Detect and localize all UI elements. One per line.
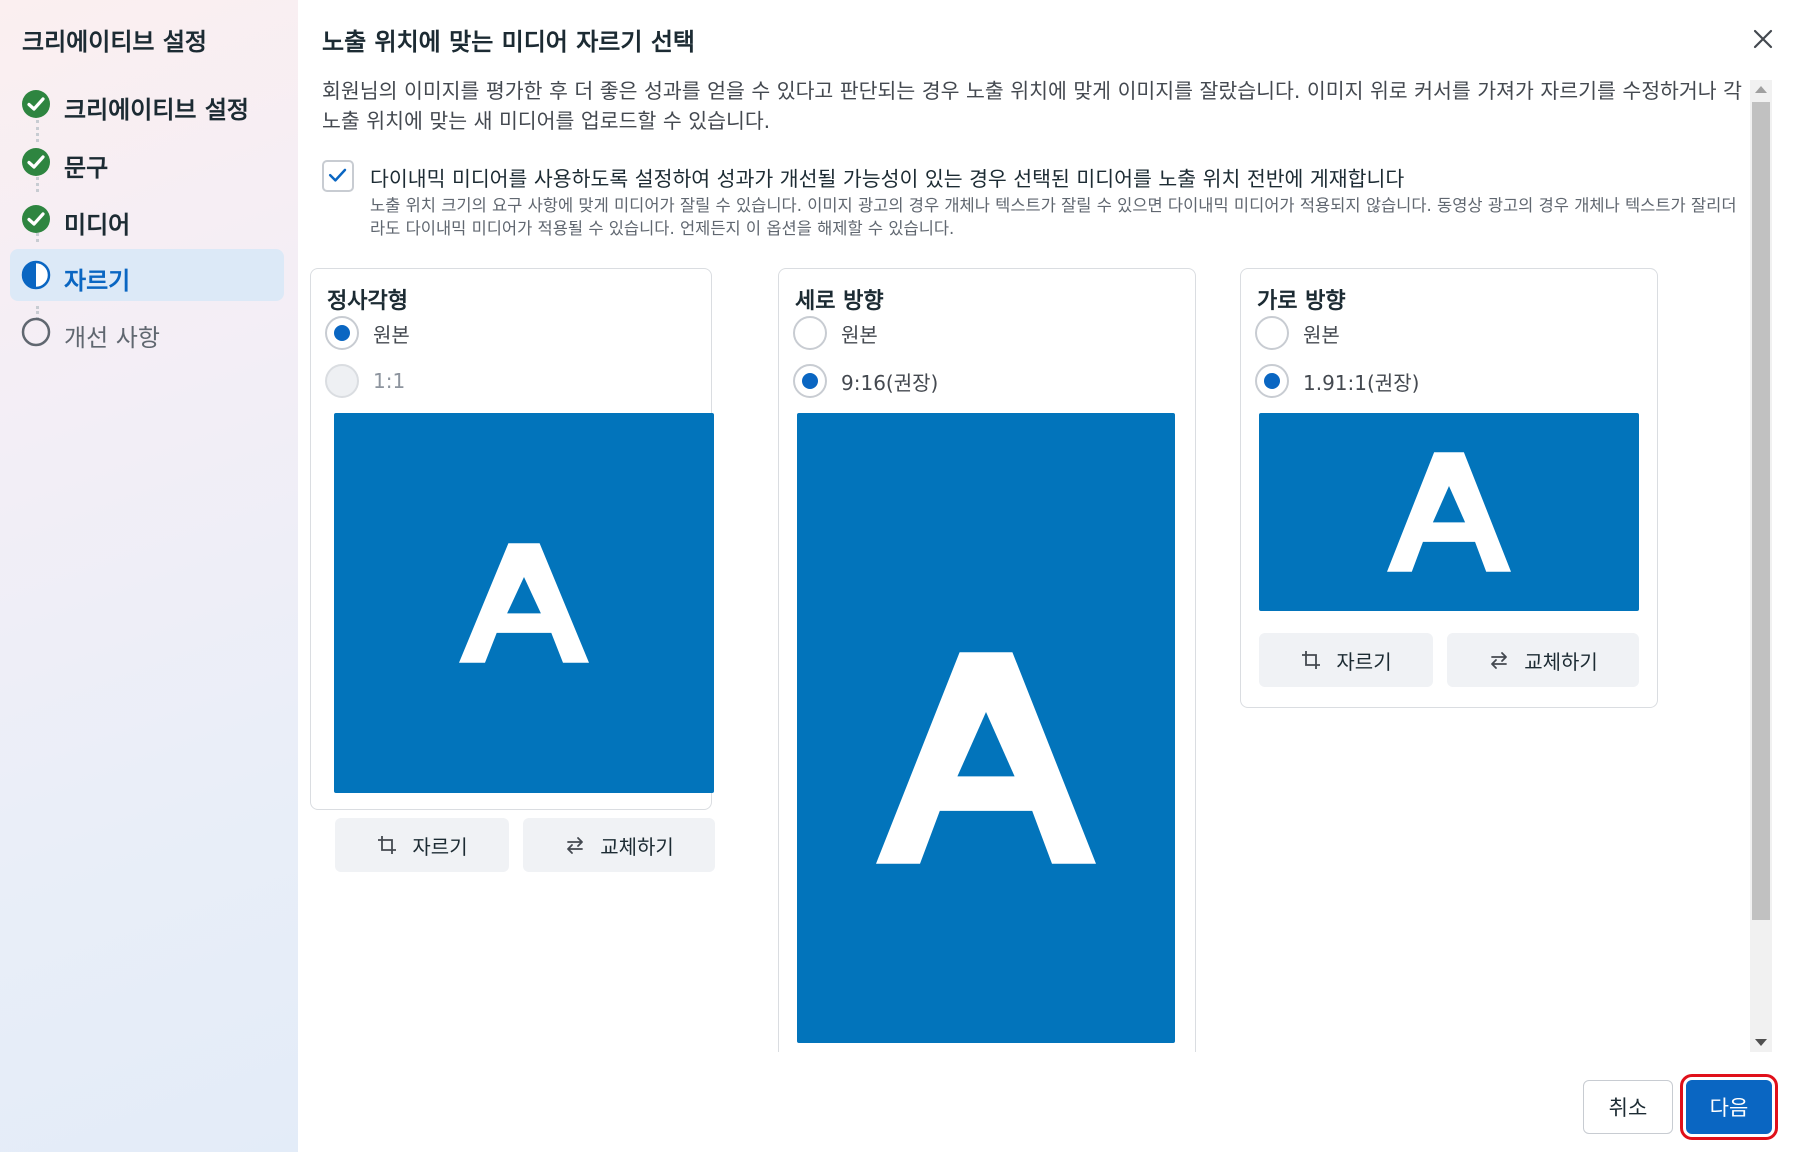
radio-button[interactable] (793, 364, 827, 398)
replace-button-label: 교체하기 (600, 834, 674, 859)
next-button[interactable]: 다음 (1680, 1074, 1778, 1140)
letter-a-image (876, 652, 1096, 864)
radio-label: 1.91:1(권장) (1303, 370, 1420, 395)
sidebar-step-label: 개선 사항 (64, 324, 160, 352)
radio-option-original[interactable]: 원본 (1255, 315, 1340, 351)
letter-a-image (1387, 452, 1511, 572)
dialog-description: 회원님의 이미지를 평가한 후 더 좋은 성과를 얻을 수 있다고 판단되는 경… (322, 79, 1743, 133)
crop-dialog: 노출 위치에 맞는 미디어 자르기 선택 회원님의 이미지를 평가한 후 더 좋… (298, 0, 1798, 1152)
card-title: 가로 방향 (1257, 289, 1346, 314)
half-circle-icon (21, 260, 51, 290)
dynamic-media-sublabel: 노출 위치 크기의 요구 사항에 맞게 미디어가 잘릴 수 있습니다. 이미지 … (370, 196, 1737, 238)
sidebar-step-media[interactable]: 미디어 (10, 193, 284, 245)
card-title: 세로 방향 (795, 289, 884, 314)
crop-button-label: 자르기 (1336, 649, 1392, 674)
cancel-button[interactable]: 취소 (1583, 1080, 1673, 1134)
check-icon (328, 168, 347, 182)
radio-label: 원본 (841, 322, 878, 347)
crop-icon (1302, 651, 1321, 669)
radio-button[interactable] (325, 316, 359, 350)
sidebar-step-creative-settings[interactable]: 크리에이티브 설정 (10, 78, 284, 130)
letter-a-image (459, 543, 589, 663)
dialog-title: 노출 위치에 맞는 미디어 자르기 선택 (322, 28, 695, 56)
close-icon[interactable] (1748, 24, 1778, 54)
radio-option-1-91-1[interactable]: 1.91:1(권장) (1255, 363, 1419, 399)
sidebar-step-label: 미디어 (64, 211, 131, 239)
replace-button[interactable]: 교체하기 (1447, 633, 1639, 687)
radio-option-original[interactable]: 원본 (325, 315, 410, 351)
radio-label: 원본 (1303, 322, 1340, 347)
radio-button[interactable] (1255, 364, 1289, 398)
radio-option-original[interactable]: 원본 (793, 315, 878, 351)
sidebar-step-crop[interactable]: 자르기 (10, 249, 284, 301)
replace-button-label: 교체하기 (1524, 649, 1598, 674)
sidebar-step-label: 자르기 (64, 267, 131, 295)
dynamic-media-checkbox[interactable] (322, 160, 354, 192)
check-circle-icon (22, 90, 50, 118)
card-landscape: 가로 방향 원본 1.91:1(권장) 자르기 교체하기 (1240, 268, 1658, 708)
sidebar: 크리에이티브 설정 크리에이티브 설정 문구 미디어 자르기 개선 사항 (0, 0, 299, 1152)
radio-label: 원본 (373, 322, 410, 347)
crop-button-label: 자르기 (412, 834, 468, 859)
sidebar-step-improvements[interactable]: 개선 사항 (10, 306, 284, 358)
media-preview-portrait[interactable] (797, 413, 1175, 1043)
media-preview-square[interactable] (334, 413, 714, 793)
dynamic-media-label: 다이내믹 미디어를 사용하도록 설정하여 성과가 개선될 가능성이 있는 경우 … (370, 167, 1405, 191)
crop-button[interactable]: 자르기 (335, 818, 509, 872)
radio-button (325, 364, 359, 398)
crop-icon (378, 836, 397, 854)
crop-button[interactable]: 자르기 (1259, 633, 1433, 687)
swap-arrows-icon (1491, 652, 1508, 669)
card-title: 정사각형 (327, 289, 408, 314)
radio-option-1-1: 1:1 (325, 363, 405, 399)
scroll-up-icon[interactable] (1755, 86, 1767, 93)
check-circle-icon (22, 205, 50, 233)
check-circle-icon (22, 148, 50, 176)
radio-option-9-16[interactable]: 9:16(권장) (793, 363, 938, 399)
radio-button[interactable] (793, 316, 827, 350)
swap-arrows-icon (567, 837, 584, 854)
radio-label: 1:1 (373, 369, 406, 393)
card-square: 정사각형 원본 1:1 (310, 268, 714, 810)
scroll-down-icon[interactable] (1755, 1039, 1767, 1046)
dialog-scroll-area[interactable]: 회원님의 이미지를 평가한 후 더 좋은 성과를 얻을 수 있다고 판단되는 경… (298, 72, 1768, 1052)
radio-button[interactable] (1255, 316, 1289, 350)
sidebar-step-text[interactable]: 문구 (10, 136, 284, 188)
vertical-scrollbar[interactable] (1750, 80, 1772, 1052)
sidebar-title: 크리에이티브 설정 (22, 28, 207, 56)
radio-label: 9:16(권장) (841, 370, 939, 395)
sidebar-step-label: 문구 (64, 154, 109, 182)
sidebar-step-label: 크리에이티브 설정 (64, 96, 249, 124)
scrollbar-thumb[interactable] (1752, 102, 1770, 920)
card-portrait: 세로 방향 원본 9:16(권장) (778, 268, 1196, 1052)
empty-circle-icon (21, 317, 51, 347)
media-preview-landscape[interactable] (1259, 413, 1639, 611)
replace-button[interactable]: 교체하기 (523, 818, 715, 872)
